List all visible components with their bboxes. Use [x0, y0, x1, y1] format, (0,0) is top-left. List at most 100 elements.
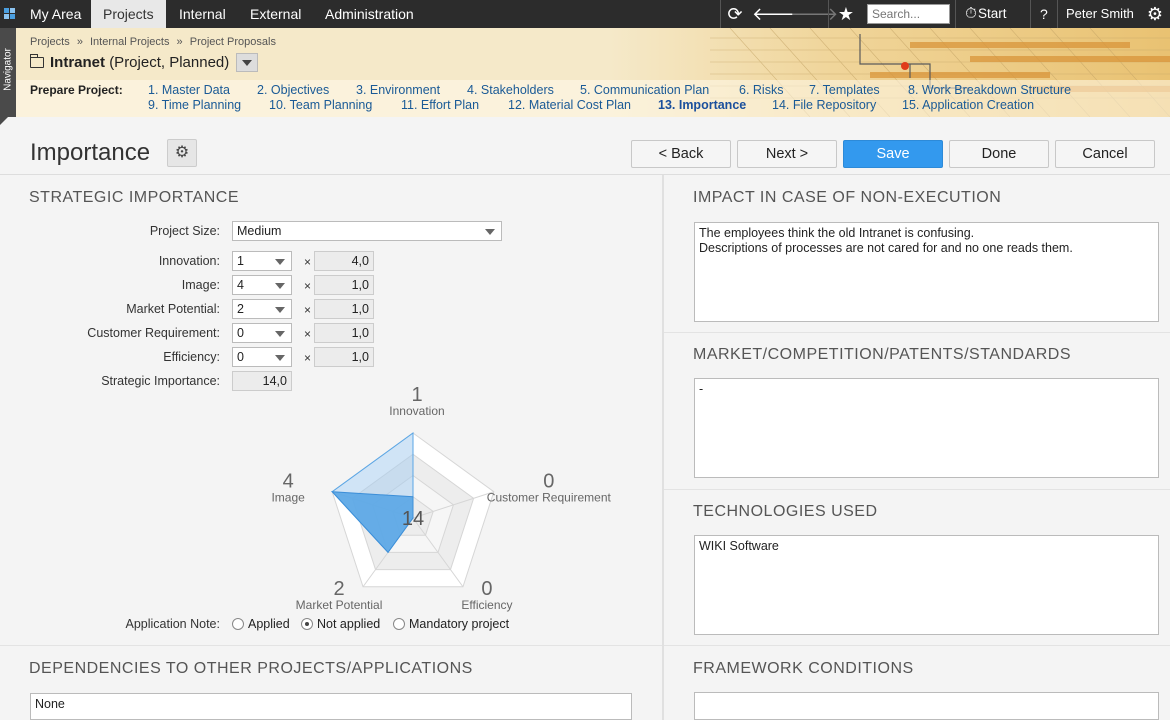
customer-requirement-select[interactable]: 0 [232, 323, 292, 343]
project-size-select[interactable]: Medium [232, 221, 502, 241]
section-divider [0, 645, 662, 646]
dependencies-textarea[interactable]: None [30, 693, 632, 720]
page-title: Importance [30, 139, 151, 166]
project-size-label: Project Size: [149, 224, 220, 238]
tab-external[interactable]: External [238, 0, 313, 28]
innovation-label: Innovation: [158, 254, 220, 268]
save-button[interactable]: Save [843, 140, 943, 168]
innovation-weight: 4,0 [314, 251, 374, 271]
section-divider [664, 645, 1170, 646]
app-logo-icon[interactable] [0, 0, 20, 28]
radar-axis-label-image: Image [271, 491, 305, 505]
importance-radar-chart: 14 1Innovation0Customer Requirement0Effi… [271, 385, 612, 612]
back-arrow-icon[interactable]: 🡐 [752, 0, 800, 28]
impact-textarea[interactable]: The employees think the old Intranet is … [694, 222, 1159, 322]
step-objectives[interactable]: 2. Objectives [257, 83, 329, 97]
dependencies-heading: DEPENDENCIES TO OTHER PROJECTS/APPLICATI… [29, 660, 473, 677]
radar-value-market-potential: 2 [333, 578, 344, 600]
refresh-icon[interactable]: ⟳ [722, 0, 748, 28]
step-file-repository[interactable]: 14. File Repository [772, 98, 876, 112]
efficiency-label: Efficiency: [163, 350, 220, 364]
forward-arrow-icon[interactable]: 🡒 [790, 0, 838, 28]
gear-icon[interactable]: ⚙ [1143, 0, 1167, 28]
image-label: Image: [181, 278, 220, 292]
section-divider [664, 332, 1170, 333]
breadcrumb-internal-projects[interactable]: Internal Projects [90, 36, 169, 48]
project-menu-dropdown[interactable] [236, 53, 258, 72]
tab-my-area[interactable]: My Area [18, 0, 93, 28]
application-note-mandatory-label[interactable]: Mandatory project [409, 617, 509, 631]
cancel-button[interactable]: Cancel [1055, 140, 1155, 168]
radar-axis-label-innovation: Innovation [389, 404, 444, 418]
customer-requirement-label: Customer Requirement: [87, 326, 220, 340]
top-navigation-bar: My Area Projects Internal External Admin… [0, 0, 1170, 28]
times-symbol: × [304, 327, 312, 341]
step-effort-plan[interactable]: 11. Effort Plan [401, 98, 479, 112]
tab-administration[interactable]: Administration [313, 0, 426, 28]
step-time-planning[interactable]: 9. Time Planning [148, 98, 241, 112]
market-heading: MARKET/COMPETITION/PATENTS/STANDARDS [693, 346, 1072, 363]
step-environment[interactable]: 3. Environment [356, 83, 440, 97]
application-note-mandatory-radio[interactable] [393, 618, 405, 630]
step-stakeholders[interactable]: 4. Stakeholders [467, 83, 554, 97]
radar-center-label: 14 [402, 508, 424, 530]
step-master-data[interactable]: 1. Master Data [148, 83, 230, 97]
market-potential-weight: 1,0 [314, 299, 374, 319]
strategic-importance-heading: STRATEGIC IMPORTANCE [29, 189, 240, 206]
step-team-planning[interactable]: 10. Team Planning [269, 98, 372, 112]
breadcrumb-projects[interactable]: Projects [30, 36, 70, 48]
radar-axis-label-customer-requirement: Customer Requirement [487, 491, 612, 505]
start-button[interactable]: Start [970, 0, 1015, 28]
times-symbol: × [304, 351, 312, 365]
image-weight: 1,0 [314, 275, 374, 295]
breadcrumb-project-proposals[interactable]: Project Proposals [190, 36, 276, 48]
project-title: Intranet (Project, Planned) [50, 54, 229, 71]
radar-value-innovation: 1 [411, 385, 422, 406]
breadcrumb-separator: » [76, 36, 83, 48]
step-material-cost-plan[interactable]: 12. Material Cost Plan [508, 98, 631, 112]
done-button[interactable]: Done [949, 140, 1049, 168]
step-importance[interactable]: 13. Importance [658, 98, 746, 112]
help-button[interactable]: ? [1034, 0, 1054, 28]
application-note-applied-label[interactable]: Applied [248, 617, 290, 631]
user-menu[interactable]: Peter Smith [1058, 0, 1142, 28]
application-note-applied-radio[interactable] [232, 618, 244, 630]
image-select[interactable]: 4 [232, 275, 292, 295]
radar-value-image: 4 [283, 471, 294, 493]
market-potential-select[interactable]: 2 [232, 299, 292, 319]
column-divider [662, 175, 664, 720]
application-note-not-applied-label[interactable]: Not applied [317, 617, 380, 631]
radar-axis-label-market-potential: Market Potential [296, 598, 383, 612]
step-risks[interactable]: 6. Risks [739, 83, 783, 97]
folder-icon [29, 54, 44, 68]
strategic-importance-total-label: Strategic Importance: [101, 374, 220, 388]
steps-label: Prepare Project: [30, 83, 123, 97]
star-icon[interactable]: ★ [832, 0, 860, 28]
back-button[interactable]: < Back [631, 140, 731, 168]
tab-internal[interactable]: Internal [167, 0, 238, 28]
page-settings-button[interactable]: ⚙ [167, 139, 197, 167]
innovation-select[interactable]: 1 [232, 251, 292, 271]
market-textarea[interactable]: - [694, 378, 1159, 478]
efficiency-select[interactable]: 0 [232, 347, 292, 367]
application-note-not-applied-radio[interactable] [301, 618, 313, 630]
search-input[interactable] [867, 4, 950, 24]
project-name: Intranet [50, 54, 106, 71]
framework-textarea[interactable] [694, 692, 1159, 720]
step-templates[interactable]: 7. Templates [809, 83, 880, 97]
times-symbol: × [304, 255, 312, 269]
technologies-textarea[interactable]: WIKI Software [694, 535, 1159, 635]
step-communication-plan[interactable]: 5. Communication Plan [580, 83, 709, 97]
times-symbol: × [304, 279, 312, 293]
market-potential-label: Market Potential: [126, 302, 220, 316]
tab-projects[interactable]: Projects [91, 0, 166, 28]
customer-requirement-weight: 1,0 [314, 323, 374, 343]
step-work-breakdown-structure[interactable]: 8. Work Breakdown Structure [908, 83, 1071, 97]
navigator-toggle[interactable]: Navigator [0, 28, 16, 125]
impact-heading: IMPACT IN CASE OF NON-EXECUTION [693, 189, 1002, 206]
technologies-heading: TECHNOLOGIES USED [693, 503, 878, 520]
gear-icon: ⚙ [174, 144, 190, 161]
step-application-creation[interactable]: 15. Application Creation [902, 98, 1034, 112]
framework-heading: FRAMEWORK CONDITIONS [693, 660, 914, 677]
next-button[interactable]: Next > [737, 140, 837, 168]
